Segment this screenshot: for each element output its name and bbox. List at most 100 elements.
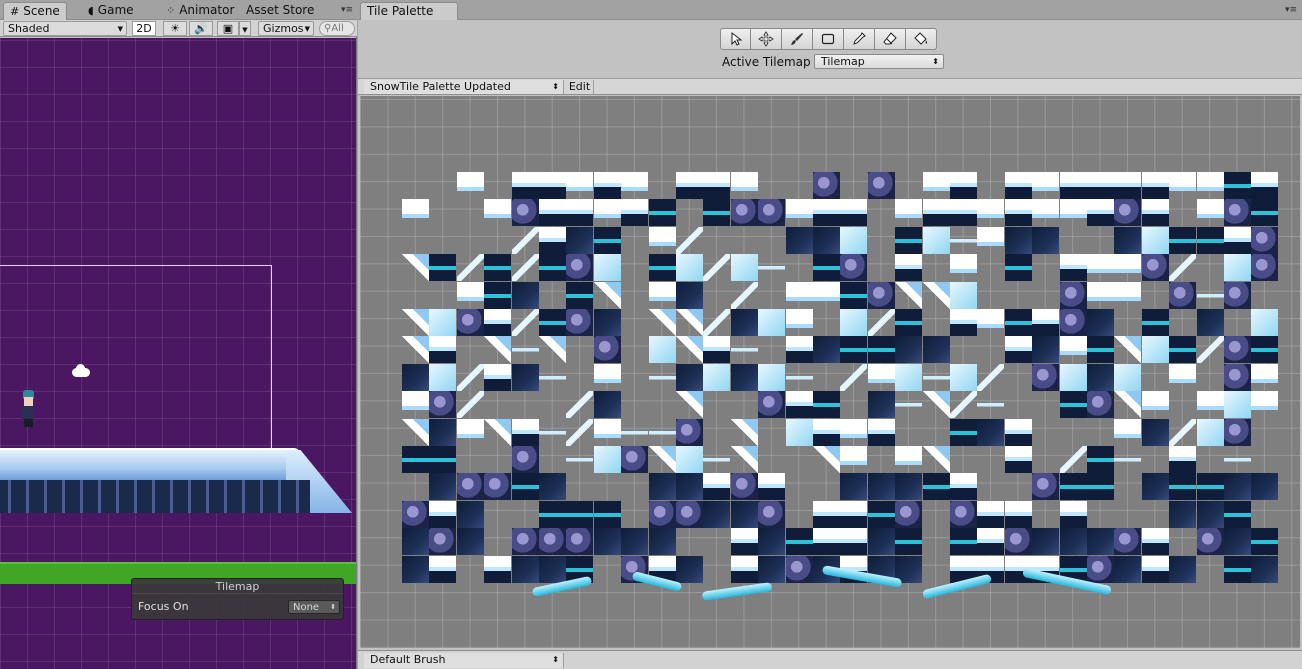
palette-tile[interactable] (1196, 528, 1224, 556)
palette-tile[interactable] (950, 473, 977, 501)
fill-tool-button[interactable] (906, 28, 937, 50)
palette-tile[interactable] (511, 226, 539, 254)
palette-tile[interactable] (895, 199, 923, 227)
palette-tile[interactable] (977, 226, 1005, 254)
palette-tile[interactable] (1141, 418, 1169, 446)
palette-tile[interactable] (895, 528, 923, 556)
palette-tile[interactable] (1087, 555, 1114, 583)
palette-tile[interactable] (840, 446, 868, 473)
palette-tile[interactable] (484, 199, 512, 227)
palette-tile[interactable] (813, 199, 840, 227)
palette-tile[interactable] (1251, 309, 1279, 336)
palette-tile[interactable] (1004, 226, 1032, 254)
palette-tile[interactable] (1032, 226, 1060, 254)
palette-tile[interactable] (456, 500, 484, 528)
palette-tile[interactable] (840, 226, 868, 254)
palette-tile[interactable] (539, 363, 566, 391)
palette-tile[interactable] (703, 500, 731, 528)
palette-tile[interactable] (840, 473, 868, 501)
palette-tile[interactable] (895, 473, 923, 501)
palette-tile[interactable] (895, 391, 923, 419)
palette-tile[interactable] (1059, 363, 1087, 391)
palette-tile[interactable] (429, 555, 457, 583)
palette-tile[interactable] (539, 172, 566, 199)
palette-tile[interactable] (867, 528, 895, 556)
palette-tile[interactable] (977, 500, 1005, 528)
palette-tile[interactable] (1114, 199, 1142, 227)
palette-tile[interactable] (593, 363, 621, 391)
palette-tile[interactable] (867, 391, 895, 419)
palette-tile[interactable] (922, 336, 950, 364)
palette-tile[interactable] (1141, 391, 1169, 419)
palette-tile[interactable] (1196, 418, 1224, 446)
palette-tile[interactable] (1032, 363, 1060, 391)
move-tool-button[interactable] (751, 28, 782, 50)
palette-tile[interactable] (1141, 555, 1169, 583)
palette-tile[interactable] (1224, 363, 1251, 391)
palette-tile[interactable] (539, 418, 566, 446)
palette-tile[interactable] (1087, 254, 1114, 282)
palette-tile[interactable] (1087, 336, 1114, 364)
palette-tile[interactable] (566, 172, 594, 199)
palette-tile[interactable] (813, 418, 840, 446)
cave-wall-tiles[interactable] (0, 480, 310, 513)
palette-tile[interactable] (1004, 254, 1032, 282)
palette-tile[interactable] (1224, 391, 1251, 419)
palette-tile[interactable] (950, 199, 977, 227)
palette-tile[interactable] (1059, 172, 1087, 199)
palette-tile[interactable] (1224, 418, 1251, 446)
palette-tile[interactable] (1087, 172, 1114, 199)
palette-tile[interactable] (621, 528, 649, 556)
palette-tile[interactable] (456, 418, 484, 446)
palette-tile[interactable] (840, 336, 868, 364)
palette-tile[interactable] (950, 281, 977, 309)
palette-tile[interactable] (1196, 199, 1224, 227)
palette-tile[interactable] (566, 281, 594, 309)
palette-tile[interactable] (1169, 363, 1197, 391)
palette-tile[interactable] (1251, 172, 1279, 199)
palette-tile[interactable] (895, 254, 923, 282)
tab-asset-store[interactable]: Asset Store (240, 2, 320, 20)
palette-tile[interactable] (867, 473, 895, 501)
palette-tile[interactable] (1114, 528, 1142, 556)
palette-tile[interactable] (676, 446, 703, 473)
palette-tile[interactable] (840, 418, 868, 446)
palette-tile[interactable] (648, 528, 676, 556)
palette-tile[interactable] (703, 473, 731, 501)
palette-tile[interactable] (730, 281, 758, 309)
palette-tile[interactable] (429, 336, 457, 364)
palette-tile[interactable] (1251, 226, 1279, 254)
palette-tile[interactable] (648, 226, 676, 254)
palette-tile[interactable] (813, 336, 840, 364)
palette-tile[interactable] (1059, 254, 1087, 282)
palette-tile[interactable] (813, 281, 840, 309)
panel-menu-icon[interactable]: ▾≡ (1284, 6, 1298, 16)
toggle-2d-button[interactable]: 2D (132, 21, 156, 36)
palette-tile[interactable] (895, 363, 923, 391)
palette-tile[interactable] (1141, 309, 1169, 336)
palette-tile[interactable] (950, 172, 977, 199)
palette-tile[interactable] (648, 309, 676, 336)
palette-tile[interactable] (539, 528, 566, 556)
palette-tile[interactable] (593, 528, 621, 556)
palette-tile[interactable] (785, 555, 813, 583)
palette-tile[interactable] (758, 309, 786, 336)
palette-tile[interactable] (813, 172, 840, 199)
palette-tile[interactable] (1224, 199, 1251, 227)
palette-tile[interactable] (1224, 473, 1251, 501)
palette-tile[interactable] (1251, 254, 1279, 282)
palette-tile[interactable] (511, 309, 539, 336)
tab-tile-palette[interactable]: Tile Palette (360, 2, 458, 20)
gizmos-dropdown[interactable]: Gizmos ▼ (258, 21, 314, 36)
palette-tile[interactable] (676, 281, 703, 309)
picker-tool-button[interactable] (844, 28, 875, 50)
palette-tile[interactable] (840, 309, 868, 336)
palette-tile[interactable] (895, 281, 923, 309)
palette-tile[interactable] (703, 254, 731, 282)
palette-tile[interactable] (1251, 391, 1279, 419)
palette-tile[interactable] (648, 500, 676, 528)
palette-tile[interactable] (429, 446, 457, 473)
palette-tile[interactable] (1114, 281, 1142, 309)
palette-tile[interactable] (539, 254, 566, 282)
lighting-toggle[interactable]: ☀ (163, 21, 187, 36)
